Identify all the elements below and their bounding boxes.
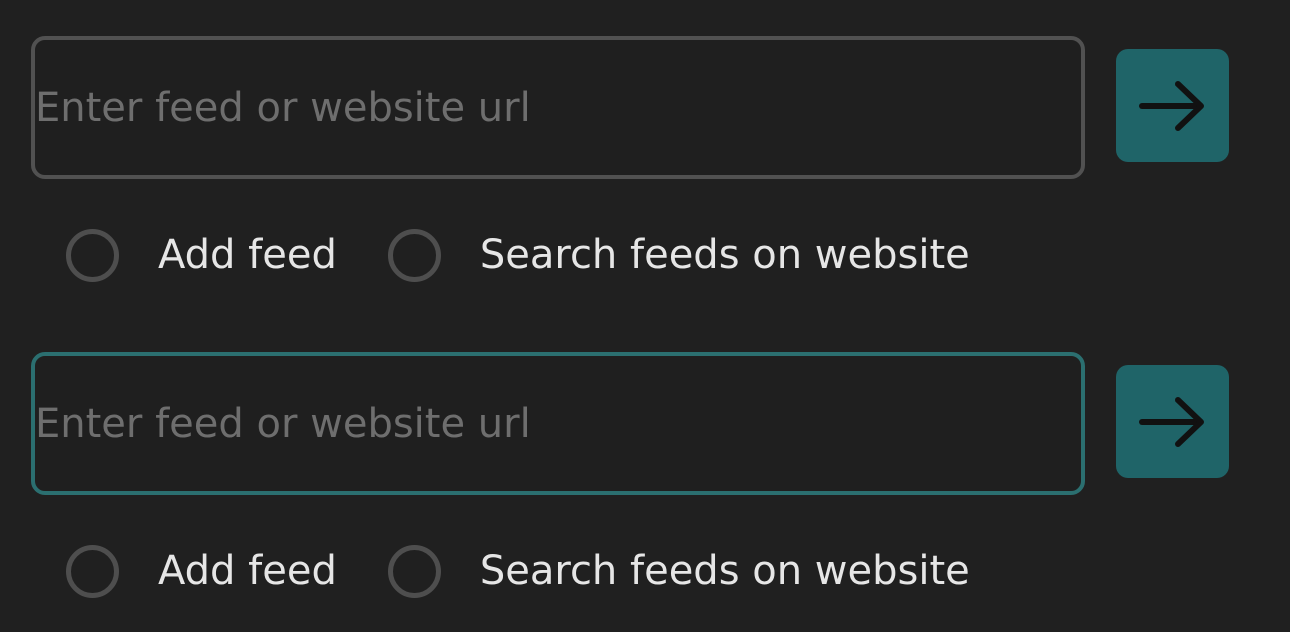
search-feeds-radio[interactable]: Search feeds on website bbox=[387, 228, 970, 282]
submit-button[interactable] bbox=[1116, 365, 1229, 478]
arrow-right-icon bbox=[1138, 80, 1204, 131]
submit-button[interactable] bbox=[1116, 49, 1229, 162]
add-feed-label: Add feed bbox=[158, 232, 337, 278]
search-feeds-label: Search feeds on website bbox=[479, 548, 970, 594]
mode-radio-group: Add feed Search feeds on website bbox=[66, 539, 970, 603]
add-feed-radio[interactable]: Add feed bbox=[66, 228, 337, 282]
radio-circle[interactable] bbox=[387, 544, 441, 598]
mode-radio-group: Add feed Search feeds on website bbox=[66, 223, 970, 287]
search-feeds-label: Search feeds on website bbox=[479, 232, 970, 278]
add-feed-screen: Add feed Search feeds on website Add fee… bbox=[0, 0, 1290, 632]
radio-circle[interactable] bbox=[66, 228, 119, 282]
add-feed-radio[interactable]: Add feed bbox=[66, 544, 337, 598]
add-feed-form: Add feed Search feeds on website bbox=[0, 36, 1290, 326]
radio-circle[interactable] bbox=[66, 544, 119, 598]
arrow-right-icon bbox=[1138, 396, 1204, 447]
feed-url-input[interactable] bbox=[31, 36, 1085, 179]
add-feed-form-focused: Add feed Search feeds on website bbox=[0, 352, 1290, 632]
radio-circle[interactable] bbox=[387, 228, 441, 282]
add-feed-label: Add feed bbox=[158, 548, 337, 594]
search-feeds-radio[interactable]: Search feeds on website bbox=[387, 544, 970, 598]
feed-url-input[interactable] bbox=[31, 352, 1085, 495]
